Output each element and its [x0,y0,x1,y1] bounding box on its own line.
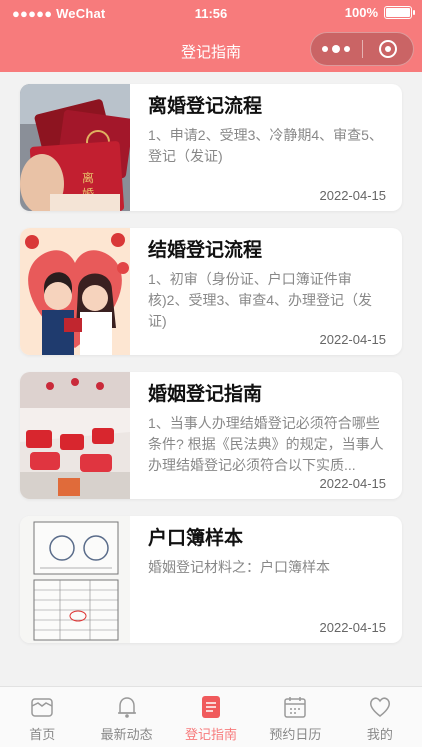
registration-hall-photo [20,372,130,499]
tab-label: 预约日历 [269,727,322,742]
card-description: 婚姻登记材料之：户口簿样本 [148,559,330,575]
card-date: 2022-04-15 [319,332,387,347]
card-title: 婚姻登记指南 [148,384,263,405]
guide-book-icon [202,696,221,718]
more-menu-icon[interactable] [311,33,362,65]
tab-bar: 首页 最新动态 登记指南 预约日历 我的 [0,686,422,747]
card-title: 离婚登记流程 [148,96,263,117]
nav-bar: 登记指南 [0,26,422,72]
miniprogram-capsule [310,32,414,66]
card-description: 1、申请2、受理3、冷静期4、审查5、登记（发证) [148,127,383,164]
card-date: 2022-04-15 [319,188,387,203]
tab-mine[interactable]: 我的 [338,687,422,747]
divorce-certificates-photo: 离 婚 [20,84,130,211]
guide-card[interactable]: 婚姻登记指南 1、当事人办理结婚登记必须符合哪些条件? 根据《民法典》的规定，当… [20,372,402,499]
card-title: 户口簿样本 [148,528,244,549]
household-register-sample [20,516,130,643]
guide-card[interactable]: 结婚登记流程 1、初审（身份证、户口簿证件审核)2、受理3、审查4、办理登记（发… [20,228,402,355]
tab-calendar[interactable]: 预约日历 [253,687,337,747]
couple-illustration [20,228,130,355]
battery-icon [384,6,415,19]
card-description: 1、初审（身份证、户口簿证件审核)2、受理3、审查4、办理登记（发证) [148,271,373,329]
status-bar: ●●●●● WeChat 11:56 100% [0,0,422,26]
calendar-icon [284,697,307,718]
tab-label: 我的 [366,727,393,742]
tab-news[interactable]: 最新动态 [84,687,168,747]
close-miniprogram-icon[interactable] [362,33,413,65]
card-title: 结婚登记流程 [148,240,263,261]
tab-guide[interactable]: 登记指南 [169,687,253,747]
guide-card[interactable]: 户口簿样本 婚姻登记材料之：户口簿样本 2022-04-15 [20,516,402,643]
guide-card[interactable]: 离 婚 离婚登记流程 1、申请2、受理3、冷静期4、审查5、登记（发证) 202… [20,84,402,211]
card-date: 2022-04-15 [319,476,387,491]
tab-home[interactable]: 首页 [0,687,84,747]
card-date: 2022-04-15 [319,620,387,635]
home-icon [31,698,53,717]
card-description: 1、当事人办理结婚登记必须符合哪些条件? 根据《民法典》的规定，当事人办理结婚登… [148,415,384,473]
battery-percent: 100% [344,5,378,20]
tab-label: 登记指南 [185,727,238,742]
heart-icon [369,697,390,717]
tab-label: 首页 [29,727,56,742]
svg-text:离: 离 [82,170,94,185]
tab-label: 最新动态 [100,727,153,742]
bell-icon [117,697,136,718]
